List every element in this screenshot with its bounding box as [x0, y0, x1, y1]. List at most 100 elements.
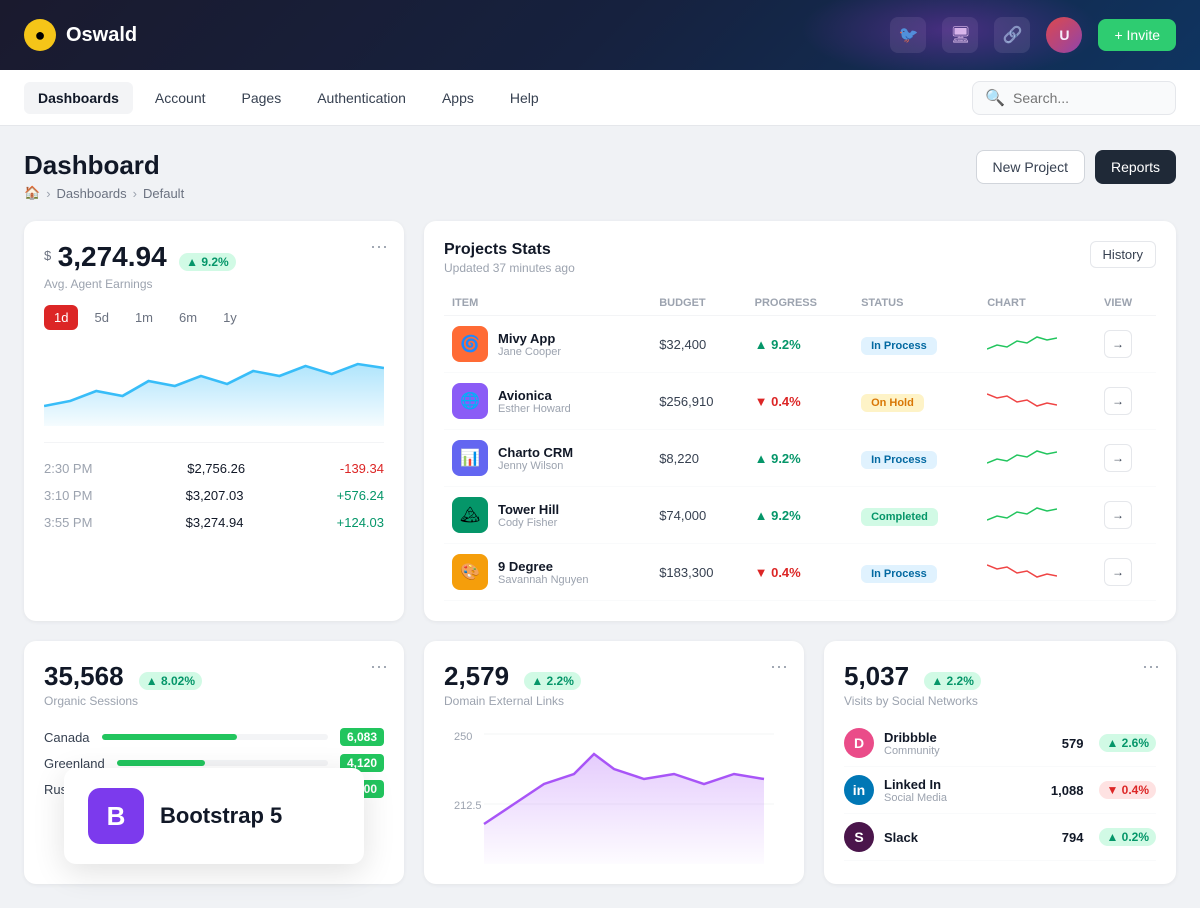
projects-title-area: Projects Stats Updated 37 minutes ago — [444, 241, 575, 275]
earnings-card: ⋯ $ 3,274.94 ▲ 9.2% Avg. Agent Earnings … — [24, 221, 404, 621]
social-card: ⋯ 5,037 ▲ 2.2% Visits by Social Networks… — [824, 641, 1176, 884]
earnings-row-1: 2:30 PM $2,756.26 -139.34 — [44, 455, 384, 482]
social-badge: ▲ 2.2% — [924, 672, 981, 690]
time-filters: 1d 5d 1m 6m 1y — [44, 305, 384, 330]
tab-account[interactable]: Account — [141, 82, 220, 114]
tab-dashboards[interactable]: Dashboards — [24, 82, 133, 114]
filter-6m[interactable]: 6m — [169, 305, 207, 330]
tab-authentication[interactable]: Authentication — [303, 82, 420, 114]
social-row: in Linked In Social Media 1,088 ▼ 0.4% — [844, 767, 1156, 814]
earnings-badge: ▲ 9.2% — [179, 253, 236, 271]
new-project-button[interactable]: New Project — [976, 150, 1085, 184]
page-title: Dashboard — [24, 150, 184, 181]
domain-value: 2,579 — [444, 661, 509, 691]
earnings-currency: $ — [44, 248, 51, 263]
view-arrow-btn[interactable]: → — [1104, 558, 1132, 586]
country-bar-2 — [117, 760, 206, 766]
breadcrumb-sep2: › — [133, 186, 137, 201]
col-budget: BUDGET — [651, 291, 746, 316]
breadcrumb-home-icon: 🏠 — [24, 185, 40, 201]
table-row: 🌀 Mivy App Jane Cooper $32,400 ▲ 9.2% In… — [444, 316, 1156, 373]
sessions-subtitle: Organic Sessions — [44, 694, 384, 708]
top-bar-icons: 🐦 🖥 🔗 U + Invite — [890, 17, 1176, 53]
earnings-more-btn[interactable]: ⋯ — [370, 237, 388, 258]
bootstrap-icon: B — [88, 788, 144, 844]
tab-apps[interactable]: Apps — [428, 82, 488, 114]
view-arrow-btn[interactable]: → — [1104, 387, 1132, 415]
logo-area: ● Oswald — [24, 19, 890, 51]
page-title-area: Dashboard 🏠 › Dashboards › Default — [24, 150, 184, 201]
page-actions: New Project Reports — [976, 150, 1177, 184]
view-arrow-btn[interactable]: → — [1104, 330, 1132, 358]
earnings-subtitle: Avg. Agent Earnings — [44, 277, 384, 291]
secondary-nav: Dashboards Account Pages Authentication … — [0, 70, 1200, 126]
search-icon: 🔍 — [985, 88, 1005, 108]
invite-button[interactable]: + Invite — [1098, 19, 1176, 51]
country-row-1: Canada 6,083 — [44, 728, 384, 746]
tab-help[interactable]: Help — [496, 82, 553, 114]
col-chart: CHART — [979, 291, 1096, 316]
monitor-icon-btn[interactable]: 🖥 — [942, 17, 978, 53]
projects-subtitle: Updated 37 minutes ago — [444, 261, 575, 275]
top-bar: ● Oswald 🐦 🖥 🔗 U + Invite — [0, 0, 1200, 70]
breadcrumb-default: Default — [143, 186, 184, 201]
user-avatar[interactable]: U — [1046, 17, 1082, 53]
projects-card: Projects Stats Updated 37 minutes ago Hi… — [424, 221, 1176, 621]
breadcrumb: 🏠 › Dashboards › Default — [24, 185, 184, 201]
earnings-amount-row: $ 3,274.94 ▲ 9.2% — [44, 241, 384, 273]
social-more-btn[interactable]: ⋯ — [1142, 657, 1160, 678]
time-1: 2:30 PM — [44, 461, 92, 476]
table-row: 📊 Charto CRM Jenny Wilson $8,220 ▲ 9.2% … — [444, 430, 1156, 487]
tab-pages[interactable]: Pages — [228, 82, 296, 114]
table-row: 🏔 Tower Hill Cody Fisher $74,000 ▲ 9.2% … — [444, 487, 1156, 544]
amount-1: $2,756.26 — [187, 461, 245, 476]
country-bar-1 — [102, 734, 238, 740]
svg-text:212.5: 212.5 — [454, 800, 482, 812]
domain-subtitle: Domain External Links — [444, 694, 784, 708]
search-box[interactable]: 🔍 — [972, 81, 1176, 115]
view-arrow-btn[interactable]: → — [1104, 501, 1132, 529]
col-progress: PROGRESS — [747, 291, 853, 316]
projects-header: Projects Stats Updated 37 minutes ago Hi… — [444, 241, 1156, 275]
amount-2: $3,207.03 — [186, 488, 244, 503]
country-bar-wrap-2 — [117, 760, 328, 766]
filter-5d[interactable]: 5d — [84, 305, 118, 330]
filter-1d[interactable]: 1d — [44, 305, 78, 330]
reports-button[interactable]: Reports — [1095, 150, 1176, 184]
earnings-row-3: 3:55 PM $3,274.94 +124.03 — [44, 509, 384, 536]
domain-chart: 250 212.5 — [444, 724, 784, 864]
sessions-more-btn[interactable]: ⋯ — [370, 657, 388, 678]
page-content: Dashboard 🏠 › Dashboards › Default New P… — [0, 126, 1200, 908]
social-subtitle: Visits by Social Networks — [844, 694, 1156, 708]
filter-1y[interactable]: 1y — [213, 305, 247, 330]
col-view: VIEW — [1096, 291, 1156, 316]
history-button[interactable]: History — [1090, 241, 1156, 268]
bootstrap-overlay: B Bootstrap 5 — [64, 768, 364, 864]
sessions-badge: ▲ 8.02% — [139, 672, 202, 690]
share-icon-btn[interactable]: 🔗 — [994, 17, 1030, 53]
view-arrow-btn[interactable]: → — [1104, 444, 1132, 472]
domain-more-btn[interactable]: ⋯ — [770, 657, 788, 678]
top-cards-row: ⋯ $ 3,274.94 ▲ 9.2% Avg. Agent Earnings … — [24, 221, 1176, 621]
projects-title: Projects Stats — [444, 241, 575, 259]
app-name: Oswald — [66, 24, 137, 47]
projects-table: ITEM BUDGET PROGRESS STATUS CHART VIEW 🌀… — [444, 291, 1156, 601]
bird-icon-btn[interactable]: 🐦 — [890, 17, 926, 53]
amount-3: $3,274.94 — [186, 515, 244, 530]
logo-icon: ● — [24, 19, 56, 51]
breadcrumb-sep1: › — [46, 186, 50, 201]
bootstrap-label: Bootstrap 5 — [160, 803, 282, 829]
change-3: +124.03 — [337, 515, 384, 530]
sessions-value: 35,568 ▲ 8.02% — [44, 661, 384, 692]
change-1: -139.34 — [340, 461, 384, 476]
domain-badge: ▲ 2.2% — [524, 672, 581, 690]
time-2: 3:10 PM — [44, 488, 92, 503]
filter-1m[interactable]: 1m — [125, 305, 163, 330]
earnings-chart — [44, 346, 384, 426]
social-value-row: 5,037 ▲ 2.2% — [844, 661, 1156, 692]
earnings-row-2: 3:10 PM $3,207.03 +576.24 — [44, 482, 384, 509]
social-row: S Slack 794 ▲ 0.2% — [844, 814, 1156, 861]
breadcrumb-dashboards: Dashboards — [57, 186, 127, 201]
search-input[interactable] — [1013, 90, 1163, 106]
country-name-1: Canada — [44, 730, 90, 745]
